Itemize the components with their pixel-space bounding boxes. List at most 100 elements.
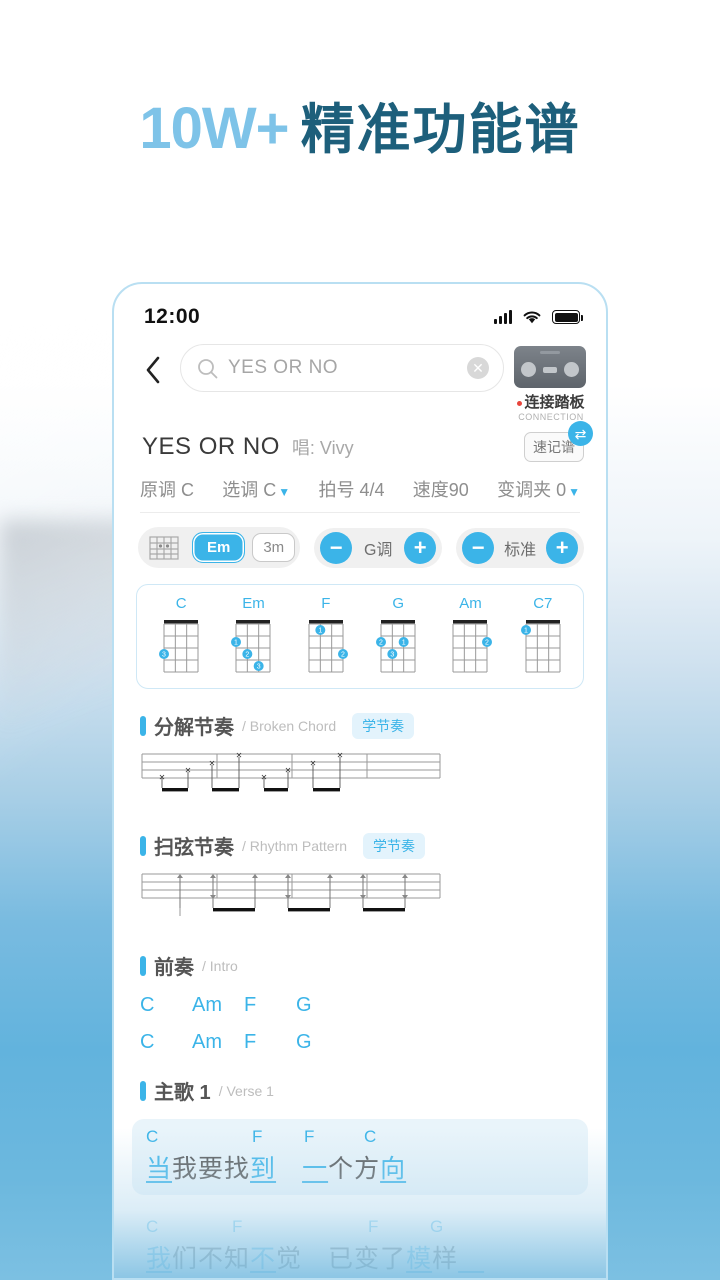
chord-diagram[interactable]: F 12 [292,595,360,676]
chord-line: C Am F G [140,994,580,1017]
chord-label: C [146,1217,159,1236]
chord-label[interactable]: G [296,994,348,1017]
chord-label[interactable]: F [244,1031,296,1054]
chord-name: F [321,595,331,612]
singer-name: Vivy [319,438,354,458]
lyric-line[interactable]: C F F G 我们不知不觉 已变了模样 [132,1209,588,1278]
pedal-label-text: 连接踏板 [524,394,585,411]
learn-rhythm-badge[interactable]: 学节奏 [363,832,426,859]
meta-item-capo[interactable]: 变调夹 0 ▼ [497,476,580,502]
chord-diagram-panel: C 3 Em 1 2 3 F 1 2 G 1 2 3 Am 2 C7 1 [136,584,584,689]
chevron-down-icon: ▼ [278,485,291,499]
chord-label: F [232,1217,243,1236]
song-header: YES OR NO 唱: Vivy 速记谱 ⇄ [114,421,606,462]
search-input[interactable]: YES OR NO ✕ [180,344,504,392]
search-value: YES OR NO [228,357,339,378]
chord-label: C [364,1127,377,1146]
svg-text:1: 1 [524,628,528,635]
chevron-left-icon [146,356,160,384]
quick-score-button[interactable]: 速记谱 ⇄ [524,421,593,462]
wifi-icon [523,311,541,323]
section-verse1: 主歌 1 / Verse 1 [140,1076,580,1105]
chip-3m[interactable]: 3m [252,533,296,562]
rhythm-pattern-notation [140,868,580,929]
svg-text:1: 1 [235,640,239,647]
page-title: 10W+ 精准功能谱 [0,100,720,158]
chord-label: G [430,1217,444,1236]
chord-name: C [175,595,187,612]
control-row: Em 3m − G调 + − 标准 + [114,513,606,568]
meta-item-time-signature: 拍号 4/4 [318,480,385,500]
chord-fretboard-icon: 123 [231,620,271,673]
chord-label[interactable]: C [140,1031,192,1054]
chord-label: C [146,1127,159,1146]
pedal-label: 连接踏板 [514,391,588,412]
chord-diagram[interactable]: Am 2 [436,595,504,676]
tuning-plus-button[interactable]: + [546,531,579,564]
section-title-zh: 主歌 1 [154,1082,211,1104]
section-broken-chord: 分解节奏 / Broken Chord 学节奏 [140,711,580,740]
section-marker [140,715,146,736]
section-marker [140,835,146,856]
meta-item-selected-key[interactable]: 选调 C ▼ [222,476,290,502]
svg-text:3: 3 [162,652,166,659]
broken-chord-notation: ✕ ✕ ✕ ✕ ✕ ✕ ✕ ✕ [140,748,580,809]
intro-progression: C Am F G C Am F G [114,994,606,1054]
svg-text:2: 2 [341,652,345,659]
verse-lyrics: C F F C 当我要找到 一个方向 C F F G 我们不知不觉 已变了模样 [114,1119,606,1278]
chord-label[interactable]: G [296,1031,348,1054]
chord-diagram[interactable]: C7 1 [509,595,577,676]
chord-label[interactable]: C [140,994,192,1017]
chord-diagram[interactable]: C3 [147,595,215,676]
chevron-down-icon: ▼ [568,485,580,499]
svg-text:2: 2 [379,640,383,647]
svg-text:3: 3 [391,652,395,659]
chord-label[interactable]: Am [192,994,244,1017]
singer-prefix: 唱: [291,438,315,458]
chord-diagram[interactable]: G 1 2 3 [364,595,432,676]
lyric-text: 当我要找到 一个方向 [146,1155,407,1183]
section-title-zh: 扫弦节奏 [154,837,234,859]
phone-mockup: 12:00 YES OR NO ✕ 连接踏板 CONNECTION YES OR… [112,282,608,1280]
chord-label[interactable]: Am [192,1031,244,1054]
section-title-en: / Intro [202,957,238,974]
chord-name: Em [242,595,265,612]
pedal-status-dot [517,400,523,406]
section-rhythm-pattern: 扫弦节奏 / Rhythm Pattern 学节奏 [140,831,580,860]
status-time: 12:00 [144,305,201,328]
svg-text:2: 2 [246,652,250,659]
lyric-chord-row: CFFG [146,1217,574,1239]
song-meta-row: 原调 C 选调 C ▼ 拍号 4/4 速度90 变调夹 0 ▼ [140,476,580,513]
swap-icon[interactable]: ⇄ [568,421,593,446]
key-value: G调 [363,541,393,559]
chord-label[interactable]: F [244,994,296,1017]
chord-name: C7 [533,595,553,612]
chord-label: F [252,1127,263,1146]
back-button[interactable] [136,344,170,396]
chord-fretboard-icon: 123 [376,620,416,673]
chord-fretboard-icon: 1 [520,620,561,673]
tuning-minus-button[interactable]: − [462,531,495,564]
tuning-value: 标准 [504,541,537,559]
lyric-line[interactable]: C F F C 当我要找到 一个方向 [132,1119,588,1195]
quick-score-label: 速记谱 [533,439,575,455]
chord-diagram[interactable]: Em 1 2 3 [219,595,287,676]
section-title-en: / Broken Chord [242,717,337,734]
pedal-connect-widget[interactable]: 连接踏板 CONNECTION [514,346,588,422]
chip-em[interactable]: Em [192,532,246,563]
headline-number: 10W+ [139,96,289,161]
chord-grid-icon[interactable] [147,534,181,562]
chord-fretboard-icon: 2 [452,620,493,673]
lyric-text: 我们不知不觉 已变了模样 [146,1245,459,1273]
section-title-en: / Rhythm Pattern [242,837,348,854]
chord-label: F [368,1217,379,1236]
chord-fretboard-icon: 12 [308,620,348,673]
clear-circle-icon[interactable]: ✕ [467,357,489,379]
lyric-chord-row: CFFC [146,1127,574,1149]
meta-item-tempo: 速度90 [412,480,469,500]
learn-rhythm-badge[interactable]: 学节奏 [352,712,415,739]
meta-item-original-key: 原调 C [140,480,194,500]
key-minus-button[interactable]: − [320,531,353,564]
key-plus-button[interactable]: + [404,531,437,564]
key-stepper: − G调 + [314,527,443,568]
